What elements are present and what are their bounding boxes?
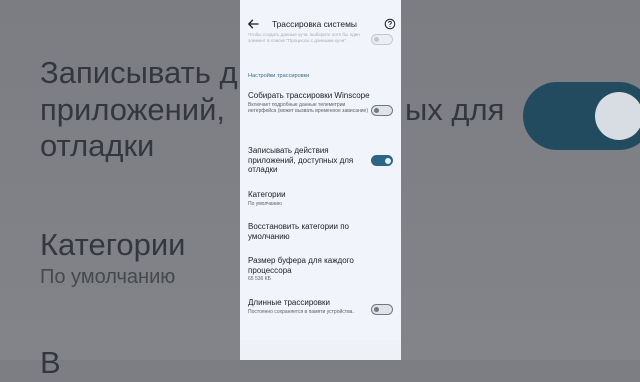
page-title: Трассировка системы <box>272 19 357 29</box>
bg-text-default: По умолчанию <box>40 266 176 288</box>
bg-toggle <box>523 82 640 150</box>
setting-long-traces[interactable]: Длинные трассировки Постоянно сохраняетс… <box>248 298 370 315</box>
setting-title: Записывать действия приложений, доступны… <box>248 146 354 175</box>
setting-title: Размер буфера для каждого процессора <box>248 256 354 275</box>
bg-text-line1: Записывать д <box>40 55 238 90</box>
long-traces-toggle[interactable] <box>371 304 393 315</box>
bg-text-categories: Категории <box>40 227 186 262</box>
bg-text-line3: отладки <box>40 128 155 163</box>
setting-buffer-size[interactable]: Размер буфера для каждого процессора 65 … <box>248 256 370 283</box>
setting-title: Категории <box>248 190 286 199</box>
setting-restore-categories[interactable]: Восстановить категории по умолчанию <box>248 222 370 241</box>
winscope-toggle[interactable] <box>371 105 393 116</box>
phone-screen: Трассировка системы Чтобы создать данные… <box>240 0 401 360</box>
setting-title: Собирать трассировки Winscope <box>248 91 370 100</box>
record-debug-apps-toggle[interactable] <box>371 155 393 166</box>
setting-title: Восстановить категории по умолчанию <box>248 222 350 241</box>
section-header: Настройки трассировки <box>248 73 310 79</box>
bg-text-line2: приложений, <box>40 92 226 127</box>
setting-winscope[interactable]: Собирать трассировки Winscope Включает п… <box>248 91 370 115</box>
setting-subtitle: Включает подробные данные телеметрии инт… <box>248 101 368 115</box>
setting-subtitle: Постоянно сохраняется в памяти устройств… <box>248 308 354 315</box>
setting-record-debug-apps[interactable]: Записывать действия приложений, доступны… <box>248 146 370 175</box>
setting-categories[interactable]: Категории По умолчанию <box>248 190 370 207</box>
help-icon[interactable] <box>384 18 396 30</box>
faded-description: Чтобы создать данные кучи, выберите хотя… <box>248 32 360 43</box>
setting-subtitle: 65 536 КБ <box>248 276 271 283</box>
bottom-area <box>240 340 401 360</box>
setting-title: Длинные трассировки <box>248 298 330 307</box>
setting-subtitle: По умолчанию <box>248 200 282 207</box>
bg-text-line2b: ых для <box>405 92 505 127</box>
faded-toggle <box>371 34 393 45</box>
bg-text-partial: В <box>40 345 61 380</box>
back-arrow-icon[interactable] <box>246 17 260 31</box>
